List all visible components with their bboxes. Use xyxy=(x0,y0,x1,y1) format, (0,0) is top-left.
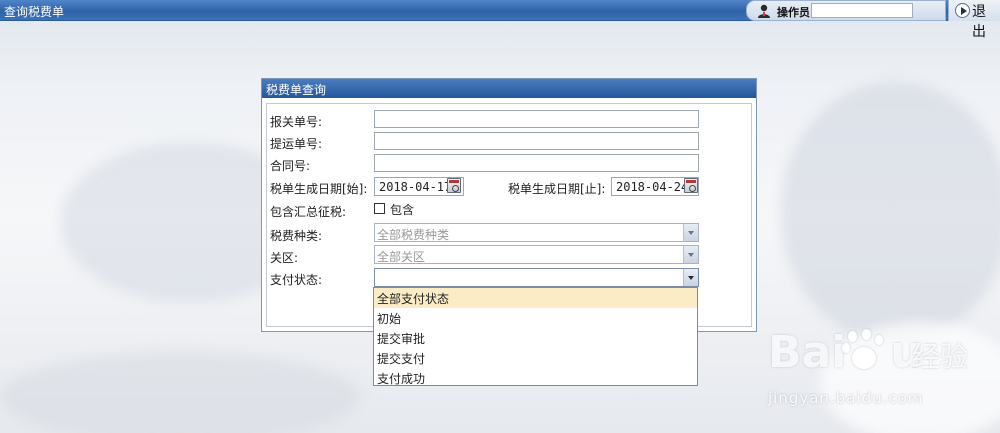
dropdown-option[interactable]: 支付成功 xyxy=(374,368,697,388)
contract-no-input[interactable] xyxy=(374,154,699,172)
calendar-icon[interactable] xyxy=(447,178,461,193)
tax-type-select[interactable]: 全部税费种类 xyxy=(374,223,699,242)
dropdown-option[interactable]: 提交支付 xyxy=(374,348,697,368)
operator-value xyxy=(811,3,913,18)
date-start-label: 税单生成日期[始]: xyxy=(270,182,368,196)
dropdown-option[interactable]: 提交审批 xyxy=(374,328,697,348)
customs-no-input[interactable] xyxy=(374,110,699,128)
panel-title: 税费单查询 xyxy=(262,79,756,98)
customs-area-value: 全部关区 xyxy=(377,250,426,264)
watermark-product: 经验 xyxy=(912,340,969,373)
payment-status-dropdown: 全部支付状态 初始 提交审批 提交支付 支付成功 xyxy=(373,287,698,386)
customs-no-label: 报关单号: xyxy=(270,115,323,129)
customs-area-label: 关区: xyxy=(270,251,299,265)
play-icon xyxy=(955,3,970,18)
paw-icon xyxy=(842,329,888,373)
dropdown-option[interactable]: 全部支付状态 xyxy=(374,288,697,308)
watermark-url: jingyan.baidu.com xyxy=(768,389,924,407)
page-title: 查询税费单 xyxy=(4,5,65,19)
payment-status-select[interactable] xyxy=(374,268,699,287)
tax-type-value: 全部税费种类 xyxy=(377,228,450,242)
chevron-down-icon[interactable] xyxy=(683,224,698,241)
operator-label: 操作员: xyxy=(777,6,815,19)
date-end-label: 税单生成日期[止]: xyxy=(508,182,606,196)
dropdown-option[interactable]: 初始 xyxy=(374,308,697,328)
baidu-jingyan-watermark: Bai u 经验 jingyan.baidu.com xyxy=(768,327,998,411)
contract-no-label: 合同号: xyxy=(270,159,311,173)
calendar-icon[interactable] xyxy=(684,178,698,193)
exit-label: 退出 xyxy=(972,4,987,40)
include-summary-checkbox[interactable] xyxy=(374,203,385,214)
customs-area-select[interactable]: 全部关区 xyxy=(374,245,699,264)
tax-type-label: 税费种类: xyxy=(270,229,323,243)
bol-no-input[interactable] xyxy=(374,132,699,150)
payment-status-label: 支付状态: xyxy=(270,273,323,287)
exit-button[interactable]: 退出 xyxy=(948,0,1000,40)
include-summary-label: 包含汇总征税: xyxy=(270,205,347,219)
include-summary-checkbox-label: 包含 xyxy=(390,203,415,217)
chevron-down-icon[interactable] xyxy=(683,269,698,286)
user-icon xyxy=(758,4,770,18)
title-bar: 查询税费单 操作员: 退出 xyxy=(0,0,1000,40)
operator-area: 操作员: xyxy=(746,0,946,21)
chevron-down-icon[interactable] xyxy=(683,246,698,263)
bol-no-label: 提运单号: xyxy=(270,137,323,151)
